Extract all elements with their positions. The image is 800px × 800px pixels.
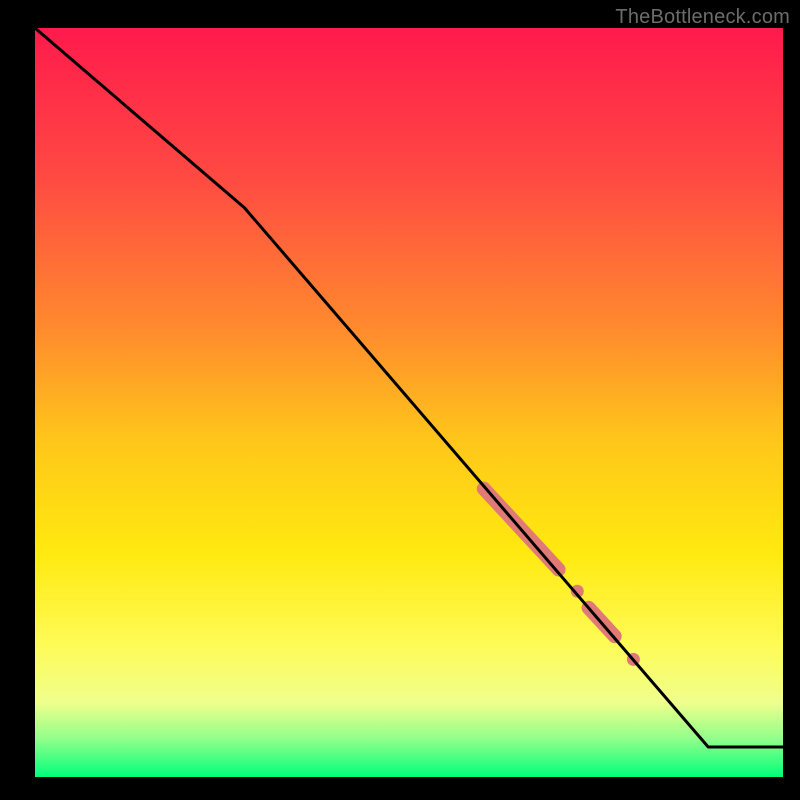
watermark-text: TheBottleneck.com — [615, 6, 790, 29]
gradient-background — [35, 28, 783, 777]
chart-svg — [0, 0, 800, 800]
chart-stage: TheBottleneck.com — [0, 0, 800, 800]
